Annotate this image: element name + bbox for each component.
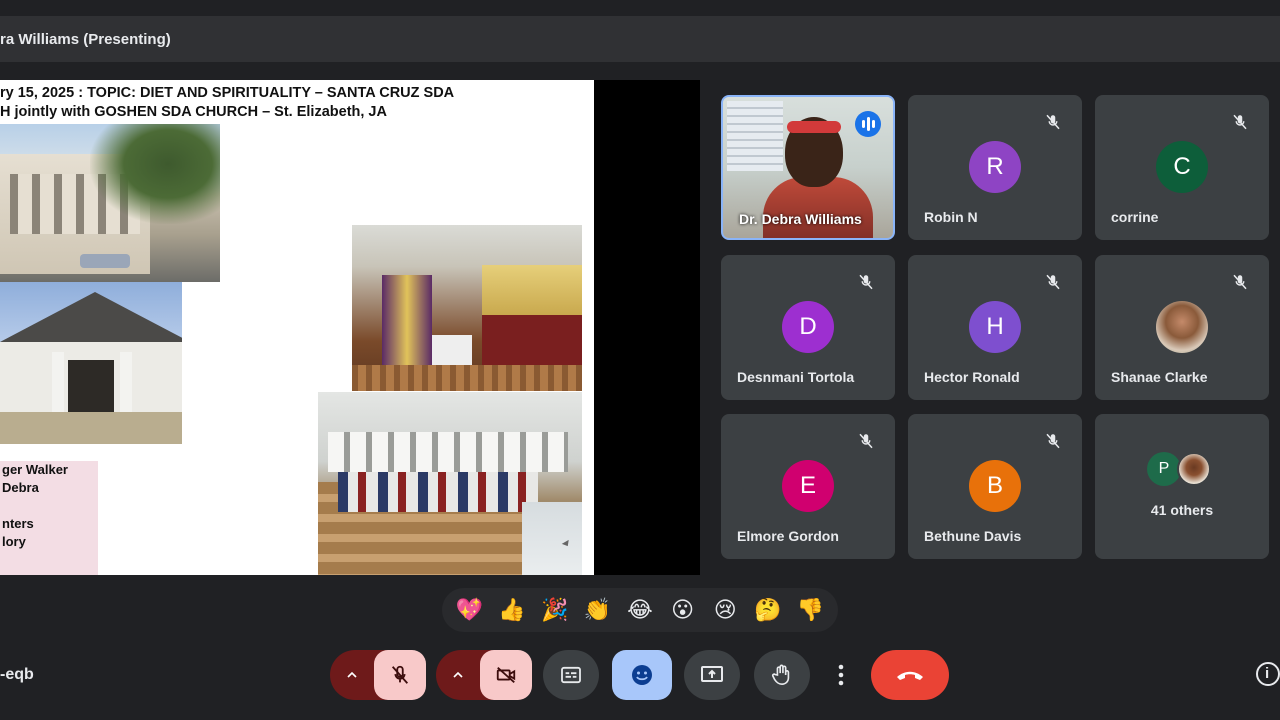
- church-entrance-photo: [0, 282, 182, 444]
- others-count: 41 others: [1150, 502, 1214, 518]
- presented-slide: ry 15, 2025 : TOPIC: DIET AND SPIRITUALI…: [0, 80, 594, 575]
- mic-off-icon: [859, 274, 873, 290]
- meeting-info-icon[interactable]: [1256, 662, 1280, 686]
- presenters-line: ger Walker: [2, 462, 68, 477]
- camera-toggle-button[interactable]: [480, 650, 532, 700]
- church-exterior-photo: [0, 124, 220, 282]
- microphone-toggle-button[interactable]: [374, 650, 426, 700]
- mic-off-icon: [1233, 114, 1247, 130]
- mic-off-icon: [1233, 274, 1247, 290]
- participant-tile-shanae-clarke[interactable]: Shanae Clarke: [1095, 255, 1269, 400]
- reaction-heart-button[interactable]: 💖: [449, 588, 489, 632]
- participant-tile-desnmani-tortola[interactable]: D Desnmani Tortola: [721, 255, 895, 400]
- reaction-thinking-button[interactable]: 🤔: [748, 588, 788, 632]
- reaction-sad-button[interactable]: 😢: [705, 588, 745, 632]
- chevron-up-icon: [347, 671, 357, 678]
- participant-name: Elmore Gordon: [737, 528, 839, 544]
- avatar: C: [1156, 141, 1208, 193]
- participant-tile-corrine[interactable]: C corrine: [1095, 95, 1269, 240]
- slide-title-line-1: ry 15, 2025 : TOPIC: DIET AND SPIRITUALI…: [0, 85, 455, 101]
- mic-off-icon: [1046, 114, 1060, 130]
- more-vert-icon: [838, 664, 844, 686]
- avatar: H: [969, 301, 1021, 353]
- leave-call-button[interactable]: [871, 650, 949, 700]
- presenter-bar: ra Williams (Presenting): [0, 16, 1280, 62]
- present-screen-button[interactable]: [684, 650, 740, 700]
- participant-name: Desnmani Tortola: [737, 369, 855, 385]
- camera-off-icon: [496, 666, 516, 684]
- more-options-button[interactable]: [826, 650, 856, 700]
- participant-name: Bethune Davis: [924, 528, 1022, 544]
- chevron-up-icon: [453, 671, 463, 678]
- participant-name: corrine: [1111, 209, 1159, 225]
- avatar: [1177, 452, 1211, 486]
- avatar: P: [1147, 452, 1181, 486]
- slide-title: ry 15, 2025 : TOPIC: DIET AND SPIRITUALI…: [0, 84, 560, 122]
- participant-tile-robin-n[interactable]: R Robin N: [908, 95, 1082, 240]
- participant-tile-debra-williams[interactable]: Dr. Debra Williams: [721, 95, 895, 240]
- mic-off-icon: [1046, 433, 1060, 449]
- others-avatars: P: [1147, 452, 1217, 488]
- reaction-surprised-button[interactable]: 😮: [663, 588, 703, 632]
- call-controls: -eqb: [0, 640, 1280, 720]
- speaking-indicator-icon: [855, 111, 881, 137]
- camera-options-button[interactable]: [450, 667, 466, 683]
- presenter-label: ra Williams (Presenting): [0, 30, 171, 48]
- hand-icon: [772, 664, 790, 685]
- church-congregation-photo: [318, 392, 582, 575]
- participant-name: Dr. Debra Williams: [739, 211, 862, 227]
- presentation-stage[interactable]: ry 15, 2025 : TOPIC: DIET AND SPIRITUALI…: [0, 80, 700, 575]
- mic-off-icon: [859, 433, 873, 449]
- avatar: [1156, 301, 1208, 353]
- participant-tile-elmore-gordon[interactable]: E Elmore Gordon: [721, 414, 895, 559]
- top-strip: [0, 0, 1280, 16]
- hang-up-icon: [897, 671, 923, 680]
- present-screen-icon: [701, 666, 723, 682]
- participant-name: Shanae Clarke: [1111, 369, 1208, 385]
- participant-name: Hector Ronald: [924, 369, 1020, 385]
- avatar: D: [782, 301, 834, 353]
- participant-tile-others[interactable]: P 41 others: [1095, 414, 1269, 559]
- captions-icon: [561, 666, 581, 684]
- slide-presenters-box: ger Walker Debra nters lory: [0, 461, 98, 575]
- avatar: B: [969, 460, 1021, 512]
- avatar: E: [782, 460, 834, 512]
- reaction-party-button[interactable]: 🎉: [535, 588, 575, 632]
- mic-options-button[interactable]: [344, 667, 360, 683]
- participant-tile-hector-ronald[interactable]: H Hector Ronald: [908, 255, 1082, 400]
- mic-off-icon: [391, 665, 409, 684]
- presenters-line: nters: [2, 516, 34, 531]
- meeting-code: -eqb: [0, 666, 34, 683]
- avatar: R: [969, 141, 1021, 193]
- captions-button[interactable]: [543, 650, 599, 700]
- reaction-thumbs-down-button[interactable]: 👎: [791, 588, 831, 632]
- presenters-line: lory: [2, 534, 26, 549]
- participant-tile-bethune-davis[interactable]: B Bethune Davis: [908, 414, 1082, 559]
- slide-title-line-2: H jointly with GOSHEN SDA CHURCH – St. E…: [0, 104, 387, 120]
- emoji-icon: [632, 665, 652, 685]
- church-pulpit-photo: [352, 225, 582, 391]
- presenters-line: Debra: [2, 480, 39, 495]
- participant-name: Robin N: [924, 209, 978, 225]
- reaction-laugh-button[interactable]: 😂: [620, 588, 660, 632]
- presenters-line: [0, 497, 98, 515]
- emoji-reactions-button[interactable]: [612, 650, 672, 700]
- raise-hand-button[interactable]: [754, 650, 810, 700]
- reactions-bar: 💖 👍 🎉 👏 😂 😮 😢 🤔 👎: [442, 588, 838, 632]
- reaction-clap-button[interactable]: 👏: [577, 588, 617, 632]
- reaction-thumbs-up-button[interactable]: 👍: [492, 588, 532, 632]
- mic-off-icon: [1046, 274, 1060, 290]
